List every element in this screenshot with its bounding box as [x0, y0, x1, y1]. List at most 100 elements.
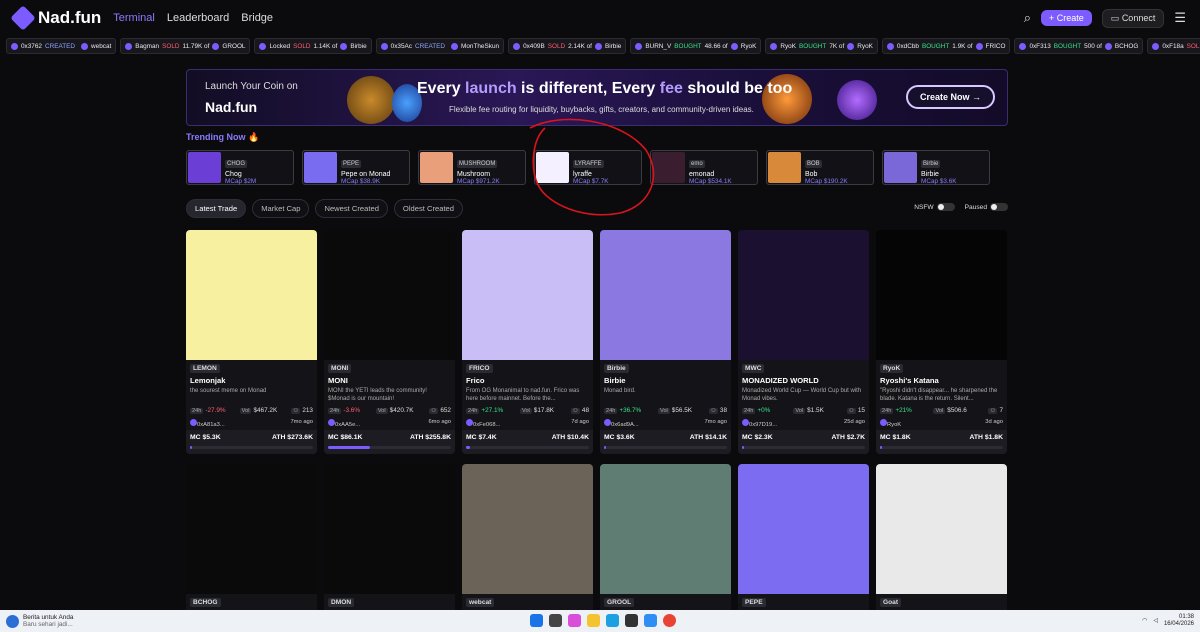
tab-market-cap[interactable]: Market Cap	[252, 199, 310, 218]
file-explorer-icon[interactable]	[587, 614, 600, 627]
token-card[interactable]: GROOL	[600, 464, 731, 614]
paused-toggle[interactable]: Paused	[965, 203, 1008, 211]
search-taskbar-icon[interactable]	[549, 614, 562, 627]
ath-label: ATH	[551, 434, 566, 441]
tab-newest-created[interactable]: Newest Created	[315, 199, 388, 218]
edge-icon[interactable]	[606, 614, 619, 627]
ticker-item[interactable]: 0x409B SOLD 2.14K of Birbie	[508, 38, 627, 54]
speaker-icon[interactable]: ◁	[1153, 618, 1158, 625]
period-label: 24h	[466, 408, 480, 414]
trending-card[interactable]: PEPE Pepe on Monad MCap $38.9K	[302, 150, 410, 185]
token-card[interactable]: Goat	[876, 464, 1007, 614]
owner-address[interactable]: RyoK	[887, 422, 901, 428]
trending-card[interactable]: emo emonad MCap $534.1K	[650, 150, 758, 185]
holders: ⚇ 652	[429, 407, 451, 414]
ath: ATH $273.6K	[272, 434, 313, 454]
volume: Vol $56.5K	[658, 407, 692, 414]
token-card[interactable]: LEMON Lemonjak the sourest meme on Monad 24…	[186, 230, 317, 454]
nav-leaderboard[interactable]: Leaderboard	[167, 12, 229, 24]
volume-value: $420.7K	[389, 407, 414, 414]
bonding-progress-bar	[190, 446, 313, 449]
nav-terminal[interactable]: Terminal	[113, 12, 155, 24]
brand-logo[interactable]: Nad.fun	[10, 5, 101, 31]
search-icon[interactable]: ⌕	[1024, 11, 1031, 26]
promo-banner[interactable]: Launch Your Coin on Nad.fun Every launch…	[186, 69, 1008, 126]
start-icon[interactable]	[530, 614, 543, 627]
token-name: Ryoshi's Katana	[880, 376, 939, 385]
ticker-amount: 2.14K of	[568, 42, 592, 50]
paused-switch[interactable]	[990, 203, 1008, 211]
news-widget[interactable]: Berita untuk Anda Baru sehari jadi...	[6, 614, 73, 628]
period-label: 24h	[742, 408, 756, 414]
token-image	[876, 230, 1007, 360]
ath-value: $1.8K	[984, 434, 1003, 441]
ticker-item[interactable]: 0xF18aSOLD4.8K ofDMO	[1147, 38, 1200, 54]
store-icon[interactable]	[644, 614, 657, 627]
change-value: +27.1%	[481, 407, 504, 414]
ticker-item[interactable]: 0xF313 BOUGHT 500 of BCHOG	[1014, 38, 1144, 54]
ticker-item[interactable]: 0xdCbb BOUGHT 1.9K of FRICO	[881, 38, 1011, 54]
ticker-amount: 500 of	[1084, 42, 1102, 50]
trending-card[interactable]: MUSHROOM Mushroom MCap $971.2K	[418, 150, 526, 185]
owner-address[interactable]: 0x97D19...	[749, 422, 777, 428]
ticker-trader: 0x409B	[523, 42, 545, 50]
ticker-coin: Birbie	[350, 42, 367, 50]
create-button[interactable]: + Create	[1041, 10, 1092, 26]
mcap: MC $2.3K	[742, 434, 773, 454]
token-card[interactable]: MWC MONADIZED WORLD Monadized World Cup — …	[738, 230, 869, 454]
token-card[interactable]: PEPE	[738, 464, 869, 614]
ticker-item[interactable]: Locked SOLD 1.14K of Birbie	[254, 38, 372, 54]
token-card[interactable]: MONI MONI MONI the YETI leads the communit…	[324, 230, 455, 454]
ticker-item[interactable]: BURN_V BOUGHT 48.66 of RyoK	[630, 38, 762, 54]
banner-launch-text: Launch Your Coin on	[205, 81, 298, 92]
menu-icon[interactable]: ☰	[1174, 11, 1186, 26]
token-card[interactable]: BCHOG	[186, 464, 317, 614]
token-card[interactable]: FRICO Frico From OG Monanimal to nad.fun. …	[462, 230, 593, 454]
create-now-button[interactable]: Create Now →	[905, 85, 995, 109]
token-card[interactable]: DMON	[324, 464, 455, 614]
ticker-item[interactable]: Bagman SOLD 11.79K of GROOL	[120, 38, 251, 54]
trending-card[interactable]: LYRAFFE lyraffe MCap $7.7K	[534, 150, 642, 185]
ticker-action: CREATED	[414, 42, 446, 50]
token-card[interactable]: Birbie Birbie Monad bird. 24h +36.7% Vol $56.5…	[600, 230, 731, 454]
ticker-item[interactable]: RyoK BOUGHT 7K of RyoK	[765, 38, 878, 54]
ath: ATH $1.8K	[970, 434, 1004, 454]
ticker-trader: 0x35Ac	[390, 42, 412, 50]
token-card[interactable]: RyoK Ryoshi's Katana "Ryoshi didn't disapp…	[876, 230, 1007, 454]
trending-card[interactable]: CHOG Chog MCap $2M	[186, 150, 294, 185]
trending-info: MUSHROOM Mushroom MCap $971.2K	[457, 152, 500, 185]
connect-button[interactable]: ▭ Connect	[1101, 8, 1165, 28]
volume: Vol $1.5K	[793, 407, 824, 414]
ticker-action: BOUGHT	[798, 42, 827, 50]
token-ticker: Goat	[880, 598, 902, 607]
period-label: 24h	[880, 408, 894, 414]
nsfw-switch[interactable]	[936, 203, 955, 211]
trending-name: emonad	[689, 171, 715, 178]
tab-latest-trade[interactable]: Latest Trade	[186, 199, 247, 218]
nsfw-toggle[interactable]: NSFW	[914, 203, 955, 211]
holders: ⚇ 48	[570, 407, 589, 414]
chrome-icon[interactable]	[663, 614, 676, 627]
nav-bridge[interactable]: Bridge	[241, 12, 273, 24]
holders-icon: ⚇	[291, 408, 301, 414]
owner-address[interactable]: 0x6ad9A...	[611, 422, 639, 428]
owner-address[interactable]: 0xAA5e...	[335, 422, 360, 428]
token-card[interactable]: webcat	[462, 464, 593, 614]
trending-card[interactable]: Birbie Birbie MCap $3.6K	[882, 150, 990, 185]
avatar-icon	[1152, 42, 1160, 50]
trending-ticker: PEPE	[341, 160, 362, 168]
ticker-item[interactable]: 0x3762 CREATED webcat	[6, 38, 117, 54]
owner-address[interactable]: 0xFe068...	[473, 422, 500, 428]
tab-oldest-created[interactable]: Oldest Created	[393, 199, 463, 218]
trending-ticker: CHOG	[225, 160, 247, 168]
ticker-item[interactable]: 0x35Ac CREATED MonTheSkun	[375, 38, 505, 54]
copilot-icon[interactable]	[568, 614, 581, 627]
terminal-icon[interactable]	[625, 614, 638, 627]
clock[interactable]: 01:38 16/04/2026	[1164, 614, 1194, 628]
token-description: Monadized World Cup — World Cup but with…	[742, 388, 862, 402]
trending-card[interactable]: BOB Bob MCap $190.2K	[766, 150, 874, 185]
owner-avatar-icon	[742, 419, 749, 426]
wifi-icon[interactable]: ◠	[1142, 618, 1147, 625]
owner-address[interactable]: 0xA81a3...	[197, 422, 225, 428]
token-stats: 24h +0% Vol $1.5K ⚇ 15	[742, 407, 865, 414]
